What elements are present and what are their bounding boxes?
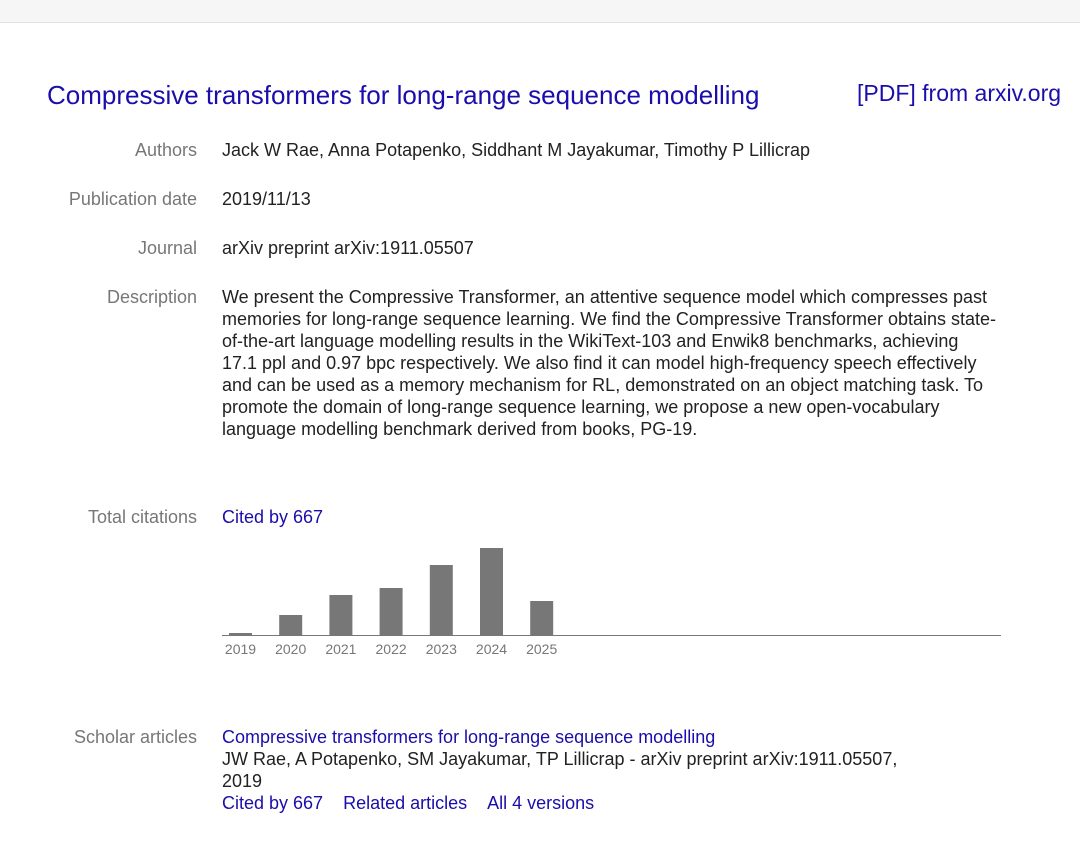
citation-bar-2020[interactable]: [279, 615, 303, 635]
publication-date-value: 2019/11/13: [222, 189, 311, 209]
x-tick-label-2022: 2022: [376, 641, 407, 657]
journal-label: Journal: [137, 238, 197, 258]
description-label: Description: [106, 287, 197, 307]
browser-top-strip: [0, 0, 1080, 23]
cited-by-link[interactable]: Cited by 667: [222, 507, 323, 527]
scholar-cited-by-link[interactable]: Cited by 667: [222, 793, 323, 813]
citation-bar-2022[interactable]: [379, 588, 403, 635]
article-title-link[interactable]: Compressive transformers for long-range …: [47, 80, 759, 111]
authors-label: Authors: [134, 140, 197, 160]
citation-bar-2023[interactable]: [429, 565, 453, 635]
citation-bar-2019[interactable]: [229, 633, 252, 635]
journal-value: arXiv preprint arXiv:1911.05507: [222, 238, 474, 258]
x-tick-label-2021: 2021: [325, 641, 356, 657]
publication-date-label: Publication date: [68, 189, 197, 209]
scholar-articles-value: Compressive transformers for long-range …: [222, 726, 982, 814]
citations-chart-svg: 2019 2020 2021 2022 2023 2024 2025: [222, 548, 1001, 657]
all-versions-link[interactable]: All 4 versions: [487, 793, 594, 813]
total-citations-label: Total citations: [87, 507, 197, 527]
x-tick-label-2025: 2025: [526, 641, 557, 657]
total-citations-value: Cited by 667: [222, 506, 1002, 528]
x-tick-label-2024: 2024: [476, 641, 507, 657]
related-articles-link[interactable]: Related articles: [343, 793, 467, 813]
authors-value: Jack W Rae, Anna Potapenko, Siddhant M J…: [222, 140, 810, 160]
scholar-article-title-link[interactable]: Compressive transformers for long-range …: [222, 727, 715, 747]
citation-bar-2024[interactable]: [480, 548, 503, 635]
scholar-article-meta-line2: 2019: [222, 771, 263, 791]
citation-bar-2021[interactable]: [329, 595, 353, 635]
x-tick-label-2020: 2020: [275, 641, 306, 657]
scholar-articles-label: Scholar articles: [73, 727, 197, 747]
citations-chart: 2019 2020 2021 2022 2023 2024 2025: [222, 544, 1002, 664]
citation-bar-2025[interactable]: [530, 601, 554, 635]
pdf-link[interactable]: [PDF] from arxiv.org: [857, 80, 1061, 107]
x-tick-label-2023: 2023: [426, 641, 457, 657]
description-value: We present the Compressive Transformer, …: [222, 287, 997, 439]
x-tick-label-2019: 2019: [225, 641, 256, 657]
scholar-article-meta-line1: JW Rae, A Potapenko, SM Jayakumar, TP Li…: [222, 749, 898, 769]
scholar-links: Cited by 667 Related articles All 4 versio…: [222, 792, 982, 814]
